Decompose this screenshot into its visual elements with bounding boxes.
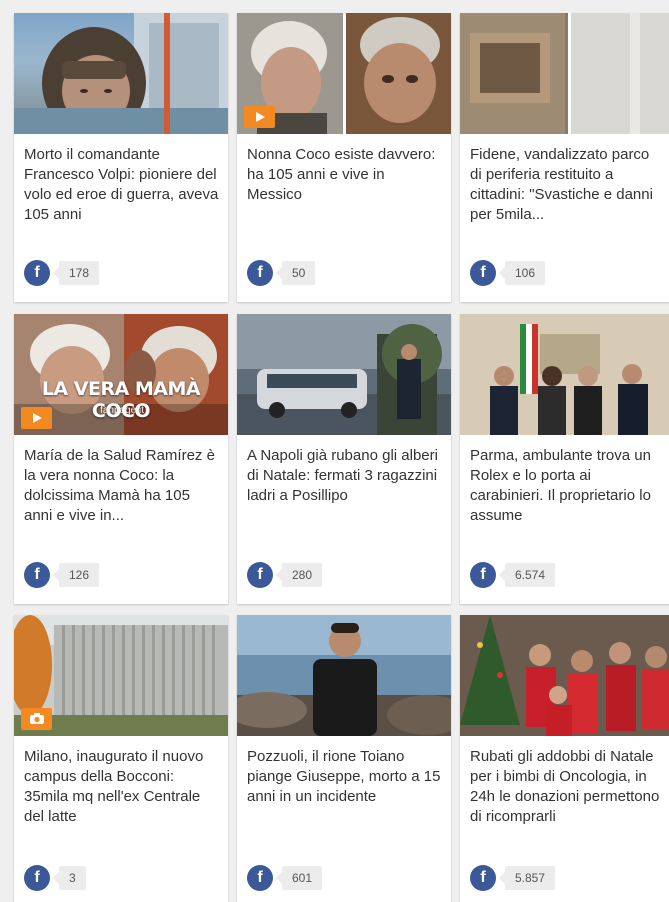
share-count: 106 xyxy=(498,261,546,285)
share-facebook[interactable]: f 280 xyxy=(247,562,323,588)
news-title[interactable]: Rubati gli addobbi di Natale per i bimbi… xyxy=(470,747,663,827)
facebook-icon[interactable]: f xyxy=(24,260,50,286)
share-facebook[interactable]: f 5.857 xyxy=(470,865,556,891)
news-title[interactable]: Pozzuoli, il rione Toiano piange Giusepp… xyxy=(247,747,443,807)
thumbnail-pilot xyxy=(14,13,228,134)
news-thumbnail[interactable] xyxy=(460,615,669,736)
news-title[interactable]: Morto il comandante Francesco Volpi: pio… xyxy=(24,145,220,225)
share-facebook[interactable]: f 106 xyxy=(470,260,546,286)
share-count: 50 xyxy=(275,261,316,285)
share-facebook[interactable]: f 6.574 xyxy=(470,562,556,588)
news-title[interactable]: Nonna Coco esiste davvero: ha 105 anni e… xyxy=(247,145,443,205)
facebook-icon[interactable]: f xyxy=(470,562,496,588)
thumbnail-divider xyxy=(343,13,346,134)
share-count: 280 xyxy=(275,563,323,587)
news-thumbnail[interactable] xyxy=(237,615,451,736)
share-count: 6.574 xyxy=(498,563,556,587)
thumbnail-overlay-source: fanpage.it xyxy=(100,405,144,416)
news-card[interactable]: Fidene, vandalizzato parco di periferia … xyxy=(460,13,669,302)
share-count: 126 xyxy=(52,563,100,587)
news-grid: Morto il comandante Francesco Volpi: pio… xyxy=(0,0,669,902)
thumbnail-vandalized-park xyxy=(460,13,669,134)
share-count: 601 xyxy=(275,866,323,890)
share-facebook[interactable]: f 178 xyxy=(24,260,100,286)
news-thumbnail[interactable] xyxy=(14,615,228,736)
news-thumbnail[interactable] xyxy=(237,13,451,134)
news-thumbnail[interactable] xyxy=(460,13,669,134)
news-card[interactable]: Morto il comandante Francesco Volpi: pio… xyxy=(14,13,228,302)
news-title[interactable]: Parma, ambulante trova un Rolex e lo por… xyxy=(470,446,663,526)
facebook-icon[interactable]: f xyxy=(247,260,273,286)
share-count: 3 xyxy=(53,866,86,890)
thumbnail-carabinieri xyxy=(460,314,669,435)
share-facebook[interactable]: f 126 xyxy=(24,562,100,588)
news-card[interactable]: Parma, ambulante trova un Rolex e lo por… xyxy=(460,314,669,604)
thumbnail-police-car xyxy=(237,314,451,435)
thumbnail-oncology-group xyxy=(460,615,669,736)
facebook-icon[interactable]: f xyxy=(470,260,496,286)
news-card[interactable]: Rubati gli addobbi di Natale per i bimbi… xyxy=(460,615,669,902)
news-card[interactable]: Pozzuoli, il rione Toiano piange Giusepp… xyxy=(237,615,451,902)
facebook-icon[interactable]: f xyxy=(247,562,273,588)
news-card[interactable]: A Napoli già rubano gli alberi di Natale… xyxy=(237,314,451,604)
facebook-icon[interactable]: f xyxy=(24,562,50,588)
camera-icon[interactable] xyxy=(21,708,52,730)
news-card[interactable]: Milano, inaugurato il nuovo campus della… xyxy=(14,615,228,902)
news-card[interactable]: Nonna Coco esiste davvero: ha 105 anni e… xyxy=(237,13,451,302)
news-thumbnail[interactable] xyxy=(460,314,669,435)
share-facebook[interactable]: f 601 xyxy=(247,865,323,891)
news-thumbnail[interactable]: LA VERA MAMÀ COCO fanpage.it xyxy=(14,314,228,435)
facebook-icon[interactable]: f xyxy=(24,865,50,891)
thumbnail-young-man-seaside xyxy=(237,615,451,736)
play-icon[interactable] xyxy=(21,407,52,429)
share-facebook[interactable]: f 3 xyxy=(24,865,86,891)
news-title[interactable]: María de la Salud Ramírez è la vera nonn… xyxy=(24,446,220,526)
thumbnail-animated-character xyxy=(344,13,451,134)
news-thumbnail[interactable] xyxy=(14,13,228,134)
share-count: 178 xyxy=(52,261,100,285)
news-thumbnail[interactable] xyxy=(237,314,451,435)
facebook-icon[interactable]: f xyxy=(247,865,273,891)
facebook-icon[interactable]: f xyxy=(470,865,496,891)
news-card[interactable]: LA VERA MAMÀ COCO fanpage.it María de la… xyxy=(14,314,228,604)
share-count: 5.857 xyxy=(498,866,556,890)
share-facebook[interactable]: f 50 xyxy=(247,260,316,286)
play-icon[interactable] xyxy=(244,106,275,128)
news-title[interactable]: Milano, inaugurato il nuovo campus della… xyxy=(24,747,220,827)
news-title[interactable]: Fidene, vandalizzato parco di periferia … xyxy=(470,145,663,225)
news-title[interactable]: A Napoli già rubano gli alberi di Natale… xyxy=(247,446,443,506)
